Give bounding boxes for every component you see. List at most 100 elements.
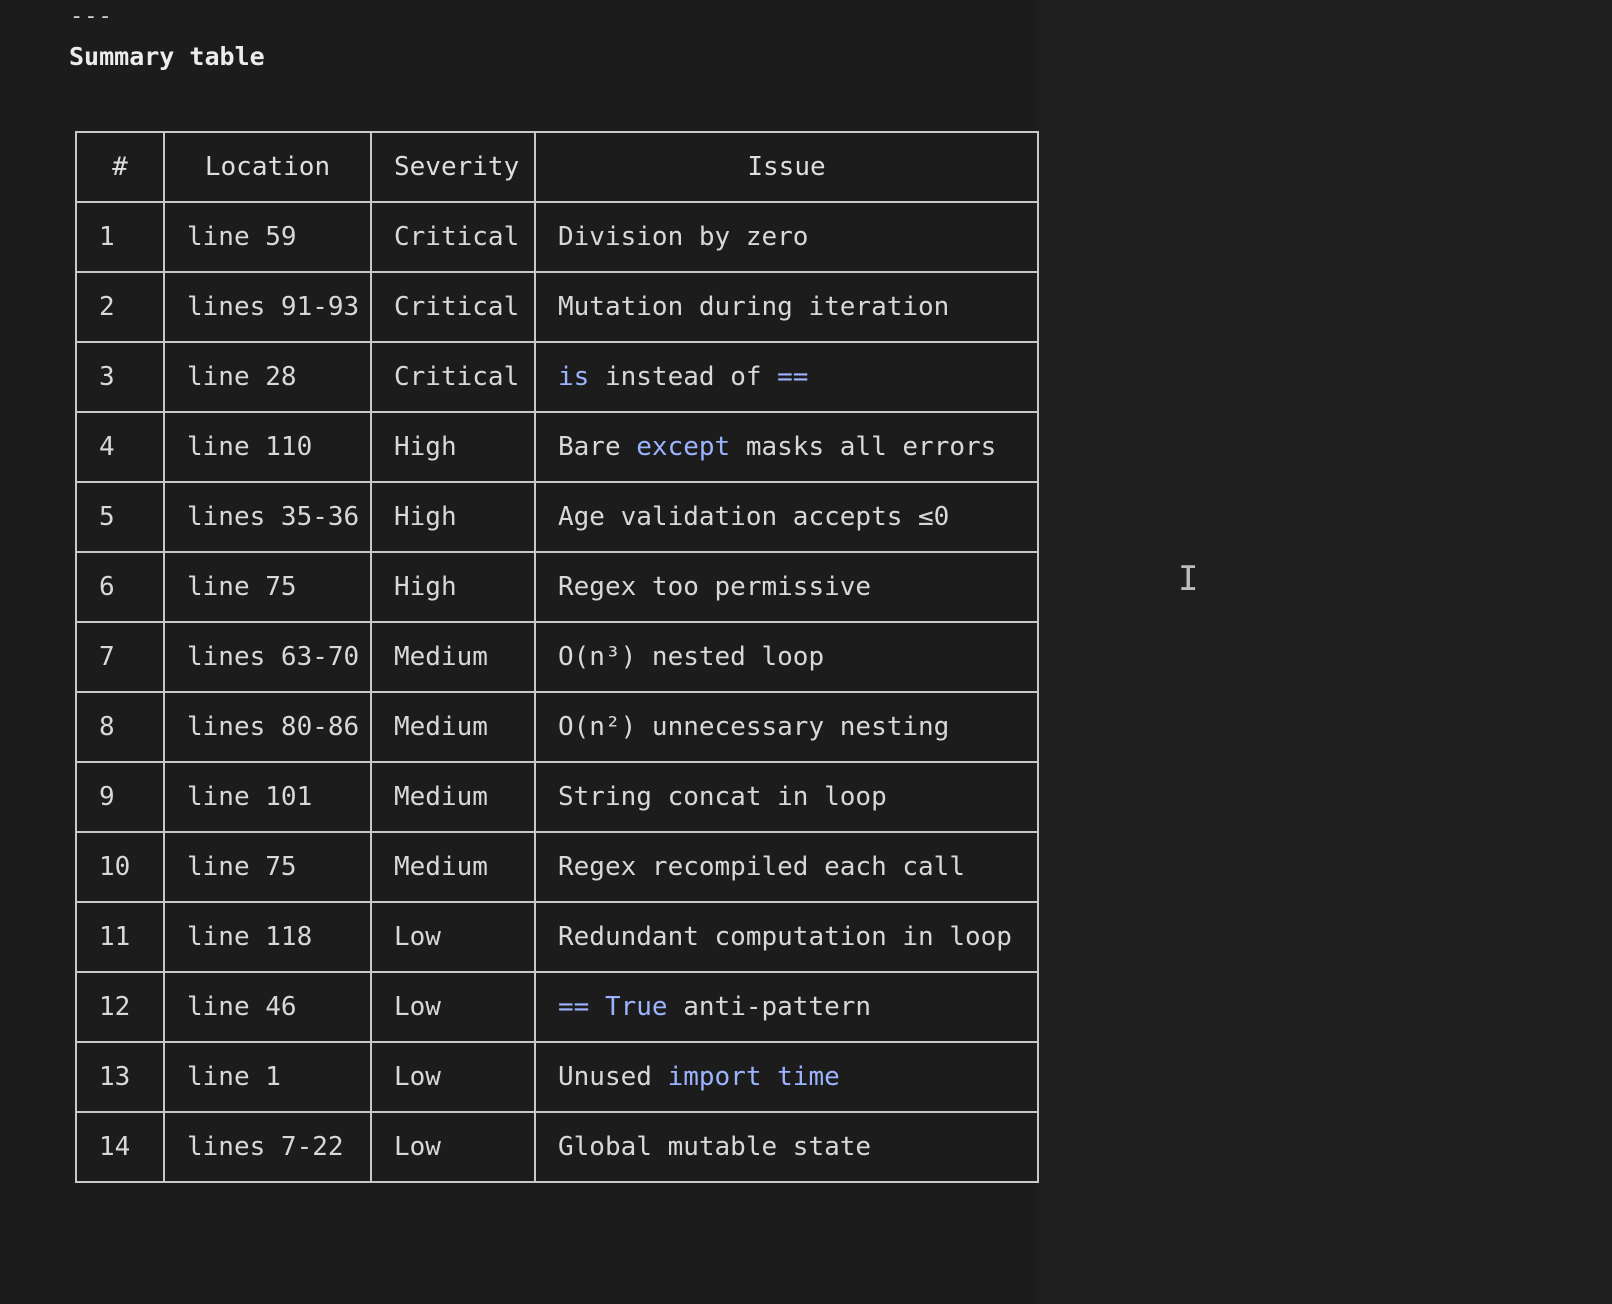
row-location: line 75: [163, 831, 372, 903]
row-location: line 110: [163, 411, 372, 483]
issue-text: Division by zero: [558, 222, 809, 252]
issue-text: O(n³) nested loop: [558, 642, 825, 672]
header-number: #: [75, 131, 165, 203]
row-severity: High: [370, 551, 536, 623]
row-number: 5: [75, 481, 165, 553]
table-row: 11 line 118 Low Redundant computation in lo…: [75, 901, 1039, 973]
table-row: 14 lines 7-22 Low Global mutable state: [75, 1111, 1039, 1183]
table-row: 5 lines 35-36 High Age validation accepts ≤…: [75, 481, 1039, 553]
row-issue: O(n²) unnecessary nesting: [534, 691, 1039, 763]
row-number: 3: [75, 341, 165, 413]
issue-text: Regex recompiled each call: [558, 852, 965, 882]
inline-code: ==: [777, 362, 809, 392]
issue-text: Mutation during iteration: [558, 292, 950, 322]
row-number: 9: [75, 761, 165, 833]
table-row: 1 line 59 Critical Division by zero: [75, 201, 1039, 273]
issue-text: Age validation accepts ≤0: [558, 502, 950, 532]
row-issue: Unused import time: [534, 1041, 1039, 1113]
row-issue: is instead of ==: [534, 341, 1039, 413]
table-row: 10 line 75 Medium Regex recompiled each cal…: [75, 831, 1039, 903]
row-severity: High: [370, 411, 536, 483]
row-severity: Critical: [370, 341, 536, 413]
horizontal-rule: ---: [70, 4, 113, 29]
row-location: lines 80-86: [163, 691, 372, 763]
inline-code: is: [558, 362, 590, 392]
table-row: 7 lines 63-70 Medium O(n³) nested loop: [75, 621, 1039, 693]
table-body: 1 line 59 Critical Division by zero 2 lines 9…: [75, 201, 1039, 1183]
row-number: 10: [75, 831, 165, 903]
row-issue: Regex recompiled each call: [534, 831, 1039, 903]
row-severity: High: [370, 481, 536, 553]
table-row: 9 line 101 Medium String concat in loop: [75, 761, 1039, 833]
inline-code: except: [636, 432, 731, 462]
row-number: 4: [75, 411, 165, 483]
row-number: 13: [75, 1041, 165, 1113]
inline-code: import time: [667, 1062, 840, 1092]
row-issue: Mutation during iteration: [534, 271, 1039, 343]
row-location: lines 91-93: [163, 271, 372, 343]
row-location: line 28: [163, 341, 372, 413]
row-severity: Critical: [370, 201, 536, 273]
table-row: 2 lines 91-93 Critical Mutation during iter…: [75, 271, 1039, 343]
table-row: 13 line 1 Low Unused import time: [75, 1041, 1039, 1113]
row-severity: Medium: [370, 761, 536, 833]
row-severity: Medium: [370, 621, 536, 693]
text-cursor-icon: I: [1178, 559, 1199, 599]
table-row: 3 line 28 Critical is instead of ==: [75, 341, 1039, 413]
row-issue: Regex too permissive: [534, 551, 1039, 623]
row-issue: Redundant computation in loop: [534, 901, 1039, 973]
issue-text: Global mutable state: [558, 1132, 872, 1162]
row-issue: O(n³) nested loop: [534, 621, 1039, 693]
issue-text: instead of: [589, 362, 778, 392]
table-row: 6 line 75 High Regex too permissive: [75, 551, 1039, 623]
summary-table: # Location Severity Issue 1 line 59 Critic…: [75, 131, 1039, 1183]
row-issue: Age validation accepts ≤0: [534, 481, 1039, 553]
issue-text: Regex too permissive: [558, 572, 872, 602]
row-issue: Bare except masks all errors: [534, 411, 1039, 483]
row-location: line 1: [163, 1041, 372, 1113]
issue-text: Bare: [558, 432, 637, 462]
row-number: 1: [75, 201, 165, 273]
table-header-row: # Location Severity Issue: [75, 131, 1039, 203]
issue-text: anti-pattern: [667, 992, 872, 1022]
header-issue: Issue: [534, 131, 1039, 203]
table-row: 8 lines 80-86 Medium O(n²) unnecessary nest…: [75, 691, 1039, 763]
row-issue: Division by zero: [534, 201, 1039, 273]
row-severity: Low: [370, 901, 536, 973]
row-severity: Critical: [370, 271, 536, 343]
table-row: 4 line 110 High Bare except masks all error…: [75, 411, 1039, 483]
issue-text: masks all errors: [730, 432, 997, 462]
row-number: 6: [75, 551, 165, 623]
row-issue: Global mutable state: [534, 1111, 1039, 1183]
row-number: 2: [75, 271, 165, 343]
issue-text: O(n²) unnecessary nesting: [558, 712, 950, 742]
row-issue: String concat in loop: [534, 761, 1039, 833]
row-severity: Low: [370, 1111, 536, 1183]
side-pane: [1036, 0, 1612, 1304]
row-location: line 101: [163, 761, 372, 833]
issue-text: Unused: [558, 1062, 668, 1092]
row-location: lines 7-22: [163, 1111, 372, 1183]
row-severity: Low: [370, 971, 536, 1043]
row-location: line 75: [163, 551, 372, 623]
issue-text: String concat in loop: [558, 782, 887, 812]
row-number: 7: [75, 621, 165, 693]
header-location: Location: [163, 131, 372, 203]
header-severity: Severity: [370, 131, 536, 203]
section-title: Summary table: [69, 42, 265, 71]
row-severity: Medium: [370, 831, 536, 903]
row-issue: == True anti-pattern: [534, 971, 1039, 1043]
row-severity: Low: [370, 1041, 536, 1113]
row-number: 12: [75, 971, 165, 1043]
table-row: 12 line 46 Low == True anti-pattern: [75, 971, 1039, 1043]
row-location: line 59: [163, 201, 372, 273]
row-location: lines 63-70: [163, 621, 372, 693]
inline-code: == True: [558, 992, 668, 1022]
row-severity: Medium: [370, 691, 536, 763]
row-number: 14: [75, 1111, 165, 1183]
row-number: 8: [75, 691, 165, 763]
row-number: 11: [75, 901, 165, 973]
row-location: line 46: [163, 971, 372, 1043]
row-location: line 118: [163, 901, 372, 973]
row-location: lines 35-36: [163, 481, 372, 553]
